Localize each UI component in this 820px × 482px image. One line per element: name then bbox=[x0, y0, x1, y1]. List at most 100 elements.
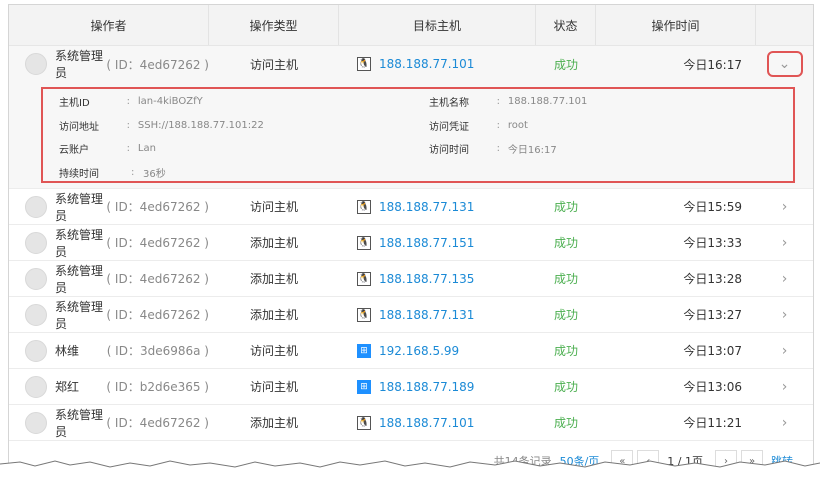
target-host-cell: 🐧 188.188.77.151 bbox=[339, 225, 536, 260]
operator-name: 系统管理员 bbox=[55, 299, 104, 331]
host-link[interactable]: 188.188.77.101 bbox=[379, 416, 474, 430]
target-host-cell: 🐧 188.188.77.131 bbox=[339, 297, 536, 332]
detail-label: 访问地址 bbox=[59, 121, 99, 133]
table-row[interactable]: 林维 ( ID：3de6986a ) 访问主机 ⊞ 192.168.5.99 成… bbox=[9, 333, 813, 369]
operation-time: 今日11:21 bbox=[683, 416, 742, 430]
chevron-right-icon[interactable]: › bbox=[782, 199, 788, 215]
chevron-right-icon[interactable]: › bbox=[782, 271, 788, 287]
operation-type: 访问主机 bbox=[249, 380, 298, 394]
table-row[interactable]: 系统管理员 ( ID：4ed67262 ) 添加主机 🐧 188.188.77.… bbox=[9, 225, 813, 261]
col-operation-type: 操作类型 bbox=[209, 5, 339, 45]
target-host-cell: 🐧 188.188.77.135 bbox=[339, 261, 536, 296]
status-text: 成功 bbox=[553, 380, 578, 394]
status-text: 成功 bbox=[553, 200, 578, 214]
linux-icon: 🐧 bbox=[357, 271, 371, 286]
host-link[interactable]: 188.188.77.131 bbox=[379, 308, 474, 322]
linux-icon: 🐧 bbox=[357, 199, 371, 214]
table-row[interactable]: 系统管理员 ( ID：4ed67262 ) 添加主机 🐧 188.188.77.… bbox=[9, 297, 813, 333]
operation-type: 访问主机 bbox=[249, 200, 298, 214]
detail-value: 188.188.77.101 bbox=[507, 96, 588, 108]
col-target-host: 目标主机 bbox=[339, 5, 536, 45]
host-link[interactable]: 188.188.77.189 bbox=[379, 380, 474, 394]
table-row[interactable]: 系统管理员 ( ID：4ed67262 ) 访问主机 🐧 188.188.77.… bbox=[9, 46, 813, 82]
host-link[interactable]: 188.188.77.151 bbox=[379, 236, 474, 250]
target-host-cell: 🐧 188.188.77.101 bbox=[339, 46, 536, 82]
detail-label: 访问凭证 bbox=[428, 121, 469, 133]
expand-toggle[interactable]: › bbox=[756, 297, 813, 332]
expand-toggle[interactable]: › bbox=[756, 189, 813, 224]
operation-time: 今日13:06 bbox=[683, 380, 742, 394]
col-expand bbox=[756, 5, 813, 45]
detail-separator: : bbox=[126, 96, 130, 108]
operation-time: 今日13:07 bbox=[683, 344, 742, 358]
target-host-cell: ⊞ 192.168.5.99 bbox=[339, 333, 536, 368]
chevron-right-icon[interactable]: › bbox=[782, 379, 788, 395]
operator-id: ( ID：4ed67262 ) bbox=[106, 308, 209, 322]
detail-separator: : bbox=[496, 143, 500, 155]
operator-cell: 林维 ( ID：3de6986a ) bbox=[9, 333, 209, 368]
host-link[interactable]: 192.168.5.99 bbox=[379, 344, 459, 358]
status-text: 成功 bbox=[553, 344, 578, 358]
row-detail-panel: 主机ID : lan-4kiBOZfY 主机名称 : 188.188.77.10… bbox=[9, 82, 813, 189]
avatar bbox=[25, 375, 47, 398]
avatar bbox=[25, 303, 47, 326]
expand-toggle[interactable]: › bbox=[756, 369, 813, 404]
linux-icon: 🐧 bbox=[357, 415, 371, 430]
table-row[interactable]: 郑红 ( ID：b2d6e365 ) 访问主机 ⊞ 188.188.77.189… bbox=[9, 369, 813, 405]
avatar bbox=[25, 53, 47, 75]
detail-separator: : bbox=[126, 119, 130, 131]
operator-name: 系统管理员 bbox=[55, 407, 104, 439]
detail-separator: : bbox=[496, 119, 500, 131]
operator-id: ( ID：4ed67262 ) bbox=[106, 57, 209, 72]
table-row[interactable]: 系统管理员 ( ID：4ed67262 ) 添加主机 🐧 188.188.77.… bbox=[9, 405, 813, 441]
detail-grid: 主机ID : lan-4kiBOZfY 主机名称 : 188.188.77.10… bbox=[59, 90, 799, 184]
operation-type: 添加主机 bbox=[249, 236, 298, 250]
operator-id: ( ID：4ed67262 ) bbox=[106, 200, 209, 214]
linux-icon: 🐧 bbox=[357, 235, 371, 250]
operator-cell: 系统管理员 ( ID：4ed67262 ) bbox=[9, 46, 209, 82]
chevron-right-icon[interactable]: › bbox=[782, 235, 788, 251]
avatar bbox=[25, 267, 47, 290]
expand-toggle[interactable]: ⌄ bbox=[756, 46, 813, 82]
status-text: 成功 bbox=[553, 272, 578, 286]
host-link[interactable]: 188.188.77.101 bbox=[379, 57, 474, 71]
detail-value: 今日16:17 bbox=[507, 145, 557, 157]
detail-value: SSH://188.188.77.101:22 bbox=[137, 119, 264, 131]
expand-toggle[interactable]: › bbox=[756, 333, 813, 368]
chevron-right-icon[interactable]: › bbox=[782, 343, 788, 359]
operation-time: 今日16:17 bbox=[683, 57, 742, 72]
status-text: 成功 bbox=[553, 308, 578, 322]
expand-toggle[interactable]: › bbox=[756, 261, 813, 296]
operation-time: 今日13:33 bbox=[683, 236, 742, 250]
operator-name: 系统管理员 bbox=[55, 49, 104, 80]
operator-id: ( ID：4ed67262 ) bbox=[106, 236, 209, 250]
detail-separator: : bbox=[496, 96, 500, 108]
status-text: 成功 bbox=[553, 236, 578, 250]
avatar bbox=[25, 231, 47, 254]
host-link[interactable]: 188.188.77.135 bbox=[379, 272, 474, 286]
detail-value: 36秒 bbox=[143, 168, 166, 180]
host-link[interactable]: 188.188.77.131 bbox=[379, 200, 474, 214]
operation-type: 访问主机 bbox=[249, 344, 298, 358]
operator-id: ( ID：4ed67262 ) bbox=[106, 416, 209, 430]
table-row[interactable]: 系统管理员 ( ID：4ed67262 ) 添加主机 🐧 188.188.77.… bbox=[9, 261, 813, 297]
table-header: 操作者 操作类型 目标主机 状态 操作时间 bbox=[9, 5, 813, 46]
expand-toggle[interactable]: › bbox=[756, 225, 813, 260]
chevron-down-icon[interactable]: ⌄ bbox=[766, 51, 803, 77]
operation-type: 添加主机 bbox=[249, 272, 298, 286]
operator-cell: 系统管理员 ( ID：4ed67262 ) bbox=[9, 261, 209, 296]
detail-label: 持续时间 bbox=[59, 168, 99, 180]
detail-value: Lan bbox=[137, 143, 156, 155]
chevron-right-icon[interactable]: › bbox=[782, 415, 788, 431]
expand-toggle[interactable]: › bbox=[756, 405, 813, 440]
linux-icon: 🐧 bbox=[357, 307, 371, 322]
chevron-right-icon[interactable]: › bbox=[782, 307, 788, 323]
detail-label: 主机名称 bbox=[428, 98, 469, 110]
col-operator: 操作者 bbox=[9, 5, 209, 45]
operator-name: 系统管理员 bbox=[55, 191, 104, 223]
operator-id: ( ID：3de6986a ) bbox=[106, 344, 209, 358]
operation-time: 今日15:59 bbox=[683, 200, 742, 214]
operation-time: 今日13:28 bbox=[683, 272, 742, 286]
table-row[interactable]: 系统管理员 ( ID：4ed67262 ) 访问主机 🐧 188.188.77.… bbox=[9, 189, 813, 225]
operator-cell: 系统管理员 ( ID：4ed67262 ) bbox=[9, 297, 209, 332]
